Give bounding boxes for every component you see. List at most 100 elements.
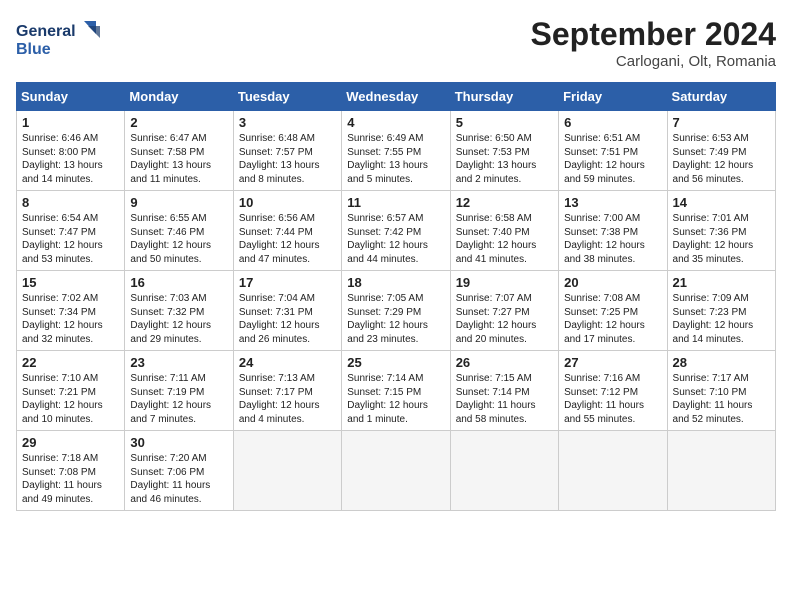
calendar-cell xyxy=(342,431,450,511)
logo: General Blue xyxy=(16,16,106,58)
col-header-thursday: Thursday xyxy=(450,83,558,111)
day-number: 13 xyxy=(564,195,661,210)
day-number: 14 xyxy=(673,195,770,210)
page-header: General Blue September 2024 Carlogani, O… xyxy=(16,16,776,70)
cell-content: Sunrise: 7:13 AMSunset: 7:17 PMDaylight:… xyxy=(239,372,336,426)
day-number: 15 xyxy=(22,275,119,290)
cell-content: Sunrise: 6:51 AMSunset: 7:51 PMDaylight:… xyxy=(564,132,661,186)
calendar-cell: 13 Sunrise: 7:00 AMSunset: 7:38 PMDayligh… xyxy=(559,191,667,271)
cell-content: Sunrise: 7:16 AMSunset: 7:12 PMDaylight:… xyxy=(564,372,661,426)
calendar-cell: 3 Sunrise: 6:48 AMSunset: 7:57 PMDaylight… xyxy=(233,111,341,191)
calendar-cell xyxy=(450,431,558,511)
cell-content: Sunrise: 7:02 AMSunset: 7:34 PMDaylight:… xyxy=(22,292,119,346)
cell-content: Sunrise: 6:55 AMSunset: 7:46 PMDaylight:… xyxy=(130,212,227,266)
col-header-friday: Friday xyxy=(559,83,667,111)
calendar-cell: 30 Sunrise: 7:20 AMSunset: 7:06 PMDayligh… xyxy=(125,431,233,511)
day-number: 11 xyxy=(347,195,444,210)
cell-content: Sunrise: 7:07 AMSunset: 7:27 PMDaylight:… xyxy=(456,292,553,346)
cell-content: Sunrise: 6:49 AMSunset: 7:55 PMDaylight:… xyxy=(347,132,444,186)
cell-content: Sunrise: 7:01 AMSunset: 7:36 PMDaylight:… xyxy=(673,212,770,266)
day-number: 29 xyxy=(22,435,119,450)
day-number: 17 xyxy=(239,275,336,290)
title-block: September 2024 Carlogani, Olt, Romania xyxy=(531,16,776,70)
cell-content: Sunrise: 7:00 AMSunset: 7:38 PMDaylight:… xyxy=(564,212,661,266)
day-number: 8 xyxy=(22,195,119,210)
calendar-cell: 26 Sunrise: 7:15 AMSunset: 7:14 PMDayligh… xyxy=(450,351,558,431)
calendar-cell: 22Sunrise: 7:10 AMSunset: 7:21 PMDayligh… xyxy=(17,351,125,431)
cell-content: Sunrise: 6:53 AMSunset: 7:49 PMDaylight:… xyxy=(673,132,770,186)
cell-content: Sunrise: 6:47 AMSunset: 7:58 PMDaylight:… xyxy=(130,132,227,186)
calendar-cell xyxy=(559,431,667,511)
day-number: 20 xyxy=(564,275,661,290)
svg-text:Blue: Blue xyxy=(16,41,51,58)
week-row-2: 8 Sunrise: 6:54 AMSunset: 7:47 PMDaylight… xyxy=(17,191,776,271)
day-number: 1 xyxy=(22,115,119,130)
cell-content: Sunrise: 7:05 AMSunset: 7:29 PMDaylight:… xyxy=(347,292,444,346)
day-number: 16 xyxy=(130,275,227,290)
svg-text:General: General xyxy=(16,23,76,40)
calendar-cell: 8 Sunrise: 6:54 AMSunset: 7:47 PMDaylight… xyxy=(17,191,125,271)
calendar-cell: 5Sunrise: 6:50 AMSunset: 7:53 PMDaylight… xyxy=(450,111,558,191)
day-number: 6 xyxy=(564,115,661,130)
location: Carlogani, Olt, Romania xyxy=(531,53,776,70)
day-number: 2 xyxy=(130,115,227,130)
calendar-cell: 28 Sunrise: 7:17 AMSunset: 7:10 PMDayligh… xyxy=(667,351,775,431)
cell-content: Sunrise: 7:20 AMSunset: 7:06 PMDaylight:… xyxy=(130,452,227,506)
day-number: 21 xyxy=(673,275,770,290)
week-row-1: 1 Sunrise: 6:46 AMSunset: 8:00 PMDaylight… xyxy=(17,111,776,191)
cell-content: Sunrise: 7:04 AMSunset: 7:31 PMDaylight:… xyxy=(239,292,336,346)
cell-content: Sunrise: 7:10 AMSunset: 7:21 PMDaylight:… xyxy=(22,372,119,426)
day-number: 4 xyxy=(347,115,444,130)
cell-content: Sunrise: 7:09 AMSunset: 7:23 PMDaylight:… xyxy=(673,292,770,346)
day-number: 30 xyxy=(130,435,227,450)
calendar-cell: 12Sunrise: 6:58 AMSunset: 7:40 PMDayligh… xyxy=(450,191,558,271)
day-number: 9 xyxy=(130,195,227,210)
cell-content: Sunrise: 7:11 AMSunset: 7:19 PMDaylight:… xyxy=(130,372,227,426)
day-number: 5 xyxy=(456,115,553,130)
calendar-table: SundayMondayTuesdayWednesdayThursdayFrid… xyxy=(16,82,776,511)
cell-content: Sunrise: 6:54 AMSunset: 7:47 PMDaylight:… xyxy=(22,212,119,266)
calendar-cell: 9 Sunrise: 6:55 AMSunset: 7:46 PMDaylight… xyxy=(125,191,233,271)
calendar-cell: 15 Sunrise: 7:02 AMSunset: 7:34 PMDayligh… xyxy=(17,271,125,351)
cell-content: Sunrise: 6:46 AMSunset: 8:00 PMDaylight:… xyxy=(22,132,119,186)
day-number: 26 xyxy=(456,355,553,370)
col-header-saturday: Saturday xyxy=(667,83,775,111)
calendar-cell xyxy=(233,431,341,511)
calendar-cell: 27 Sunrise: 7:16 AMSunset: 7:12 PMDayligh… xyxy=(559,351,667,431)
calendar-cell: 11 Sunrise: 6:57 AMSunset: 7:42 PMDayligh… xyxy=(342,191,450,271)
calendar-cell: 25Sunrise: 7:14 AMSunset: 7:15 PMDayligh… xyxy=(342,351,450,431)
day-number: 28 xyxy=(673,355,770,370)
calendar-cell: 6 Sunrise: 6:51 AMSunset: 7:51 PMDaylight… xyxy=(559,111,667,191)
cell-content: Sunrise: 6:56 AMSunset: 7:44 PMDaylight:… xyxy=(239,212,336,266)
logo-icon: General Blue xyxy=(16,16,106,58)
day-number: 12 xyxy=(456,195,553,210)
cell-content: Sunrise: 7:15 AMSunset: 7:14 PMDaylight:… xyxy=(456,372,553,426)
cell-content: Sunrise: 7:17 AMSunset: 7:10 PMDaylight:… xyxy=(673,372,770,426)
col-header-wednesday: Wednesday xyxy=(342,83,450,111)
cell-content: Sunrise: 6:48 AMSunset: 7:57 PMDaylight:… xyxy=(239,132,336,186)
calendar-cell: 4 Sunrise: 6:49 AMSunset: 7:55 PMDaylight… xyxy=(342,111,450,191)
day-number: 23 xyxy=(130,355,227,370)
calendar-cell: 16 Sunrise: 7:03 AMSunset: 7:32 PMDayligh… xyxy=(125,271,233,351)
calendar-cell: 17 Sunrise: 7:04 AMSunset: 7:31 PMDayligh… xyxy=(233,271,341,351)
col-header-monday: Monday xyxy=(125,83,233,111)
day-number: 27 xyxy=(564,355,661,370)
cell-content: Sunrise: 7:03 AMSunset: 7:32 PMDaylight:… xyxy=(130,292,227,346)
calendar-cell: 1 Sunrise: 6:46 AMSunset: 8:00 PMDaylight… xyxy=(17,111,125,191)
week-row-5: 29 Sunrise: 7:18 AMSunset: 7:08 PMDayligh… xyxy=(17,431,776,511)
cell-content: Sunrise: 6:57 AMSunset: 7:42 PMDaylight:… xyxy=(347,212,444,266)
calendar-cell: 7 Sunrise: 6:53 AMSunset: 7:49 PMDaylight… xyxy=(667,111,775,191)
day-number: 18 xyxy=(347,275,444,290)
cell-content: Sunrise: 7:14 AMSunset: 7:15 PMDaylight:… xyxy=(347,372,444,426)
calendar-cell: 23 Sunrise: 7:11 AMSunset: 7:19 PMDayligh… xyxy=(125,351,233,431)
day-number: 24 xyxy=(239,355,336,370)
week-row-3: 15 Sunrise: 7:02 AMSunset: 7:34 PMDayligh… xyxy=(17,271,776,351)
day-number: 7 xyxy=(673,115,770,130)
calendar-cell: 19Sunrise: 7:07 AMSunset: 7:27 PMDayligh… xyxy=(450,271,558,351)
col-header-tuesday: Tuesday xyxy=(233,83,341,111)
cell-content: Sunrise: 7:18 AMSunset: 7:08 PMDaylight:… xyxy=(22,452,119,506)
day-number: 3 xyxy=(239,115,336,130)
header-row: SundayMondayTuesdayWednesdayThursdayFrid… xyxy=(17,83,776,111)
calendar-cell: 2 Sunrise: 6:47 AMSunset: 7:58 PMDaylight… xyxy=(125,111,233,191)
calendar-cell: 14 Sunrise: 7:01 AMSunset: 7:36 PMDayligh… xyxy=(667,191,775,271)
